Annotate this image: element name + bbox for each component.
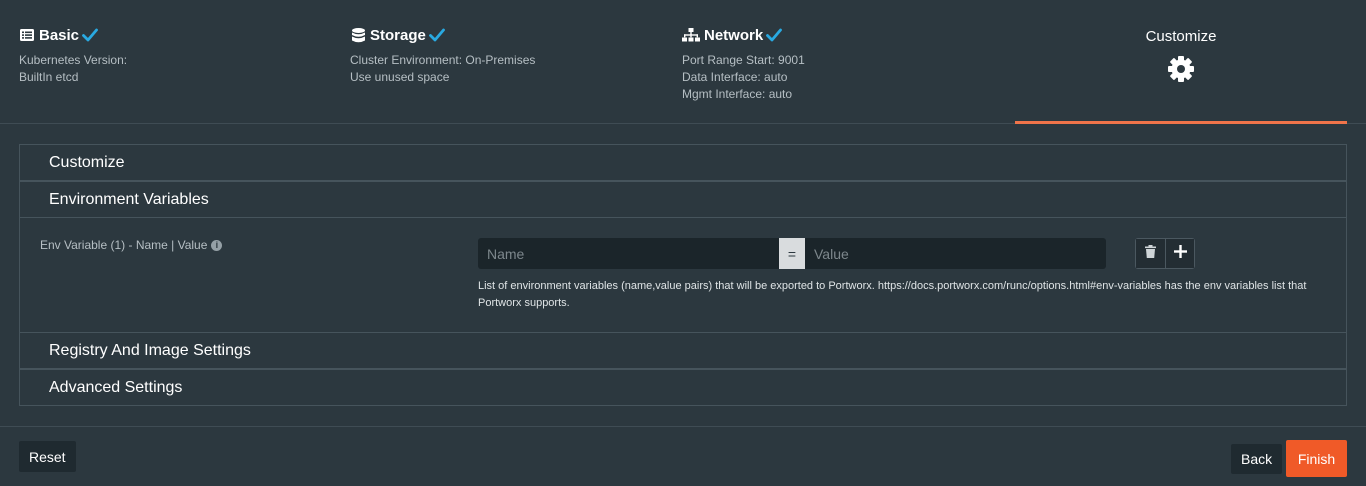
step-customize-title: Customize [1145,27,1217,45]
sitemap-icon [682,27,700,43]
check-icon [82,27,100,43]
env-variable-label-text: Env Variable (1) - Name | Value [40,238,208,252]
step-basic[interactable]: Basic Kubernetes Version: BuiltIn etcd [19,24,127,86]
env-variable-label: Env Variable (1) - Name | Value i [40,238,223,252]
advanced-panel-header[interactable]: Advanced Settings [20,370,1346,405]
back-button[interactable]: Back [1231,444,1283,474]
env-variables-panel: Environment Variables Env Variable (1) -… [19,181,1347,333]
customize-panel: Customize [19,144,1347,181]
step-storage-detail: Cluster Environment: On-Premises [350,53,536,67]
step-storage-title: Storage [370,26,426,44]
step-network-detail: Port Range Start: 9001 [682,53,805,67]
registry-panel: Registry And Image Settings [19,332,1347,369]
delete-env-variable-button[interactable] [1136,239,1165,268]
step-network-detail: Mgmt Interface: auto [682,87,793,101]
trash-icon [1145,244,1156,263]
step-storage-detail: Use unused space [350,70,450,84]
check-icon [428,27,447,43]
active-step-indicator [1015,121,1347,124]
add-env-variable-button[interactable] [1165,239,1194,268]
wizard-steps: Basic Kubernetes Version: BuiltIn etcd S… [0,0,1366,124]
step-basic-detail: Kubernetes Version: [19,53,128,67]
env-variables-panel-header[interactable]: Environment Variables [20,182,1346,217]
list-icon [19,27,35,43]
equals-separator: = [779,238,805,269]
env-name-input[interactable] [478,238,779,269]
finish-button[interactable]: Finish [1286,440,1347,477]
env-value-input[interactable] [805,238,1106,269]
customize-panel-header[interactable]: Customize [20,145,1346,180]
step-customize[interactable]: Customize [1015,0,1347,124]
step-network-detail: Data Interface: auto [682,70,788,84]
registry-panel-header[interactable]: Registry And Image Settings [20,333,1346,368]
check-icon [766,27,784,43]
reset-button[interactable]: Reset [19,441,76,472]
step-network-title: Network [704,26,764,44]
database-icon [350,27,366,43]
info-icon[interactable]: i [211,239,223,251]
step-network[interactable]: Network Port Range Start: 9001 Data Inte… [682,24,805,103]
advanced-panel: Advanced Settings [19,369,1347,406]
step-storage[interactable]: Storage Cluster Environment: On-Premises… [350,24,535,86]
env-variable-row: = [478,238,1106,269]
step-basic-title: Basic [39,26,80,44]
env-row-actions [1135,238,1195,269]
footer-divider [0,426,1366,427]
plus-icon [1173,244,1187,263]
step-basic-detail: BuiltIn etcd [19,70,79,84]
gear-icon [1015,55,1347,83]
env-variables-help-text: List of environment variables (name,valu… [478,280,1307,309]
